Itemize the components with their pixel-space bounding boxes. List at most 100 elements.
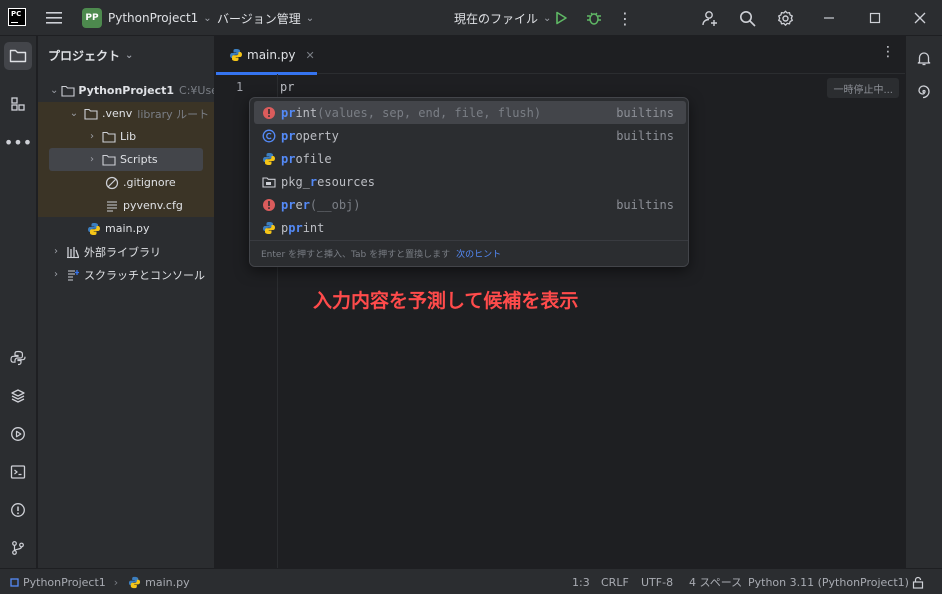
git-branch-icon[interactable] [4,534,32,562]
project-selector[interactable]: PP PythonProject1 ⌄ [82,0,212,36]
gear-icon[interactable] [771,0,799,36]
python-console-icon[interactable] [4,344,32,372]
hamburger-icon[interactable] [40,0,68,36]
tree-item-label: pyvenv.cfg [123,199,183,212]
tree-item-path: C:¥Users¥ [179,84,214,97]
collapse-arrow-icon[interactable]: › [86,154,98,165]
completion-item[interactable]: pr operty builtins [254,124,686,147]
layers-icon[interactable] [4,382,32,410]
tree-item-lib[interactable]: › Lib [38,125,214,148]
collapse-arrow-icon[interactable]: › [50,246,62,257]
vcs-menu[interactable]: バージョン管理 ⌄ [217,0,314,36]
expand-arrow-icon[interactable]: ⌄ [68,108,80,119]
tree-item-label: Lib [120,130,137,143]
tree-item-scratches[interactable]: › スクラッチとコンソール [38,263,214,286]
tree-item-project-root[interactable]: ⌄ PythonProject1 C:¥Users¥ [38,79,214,102]
tree-item-label: .gitignore [123,176,176,189]
debug-icon[interactable] [580,0,608,36]
title-bar: PC PP PythonProject1 ⌄ バージョン管理 ⌄ 現在のファイル… [0,0,942,36]
completion-popup: pr int (values, sep, end, file, flush) bui… [249,97,689,267]
maximize-icon[interactable] [861,0,889,36]
python-module-icon [261,220,277,236]
notifications-bell-icon[interactable] [910,44,938,72]
structure-icon[interactable] [4,90,32,118]
line-ending[interactable]: CRLF [601,569,629,594]
tab-label: main.py [247,48,296,62]
line-number: 1 [236,80,244,94]
indent-setting[interactable]: 4 スペース [689,569,742,594]
ai-assistant-spiral-icon[interactable] [910,78,938,106]
folder-icon [61,83,75,99]
completion-item[interactable]: pr int (values, sep, end, file, flush) bui… [254,101,686,124]
terminal-icon[interactable] [4,458,32,486]
completion-footer-text: Enter を押すと挿入、Tab を押すと置換します [261,250,451,260]
python-interpreter[interactable]: Python 3.11 (PythonProject1) [748,569,909,594]
completion-match: pr [281,197,296,212]
collapse-arrow-icon[interactable]: › [50,269,62,280]
next-tip-link[interactable]: 次のヒント [456,247,501,260]
breadcrumb-file[interactable]: main.py [145,576,189,589]
search-icon[interactable] [733,0,761,36]
left-tool-strip: ••• [0,36,37,568]
tab-main-py[interactable]: main.py ✕ [216,36,317,75]
tree-item-label: .venv [102,107,133,120]
more-vertical-icon[interactable]: ⋮ [881,44,895,60]
text-file-icon [104,198,120,214]
collapse-arrow-icon[interactable]: › [86,131,98,142]
caret-position[interactable]: 1:3 [572,569,590,594]
folder-icon [83,106,99,122]
tree-item-label: Scripts [120,153,158,166]
ignore-file-icon [104,175,120,191]
library-icon [65,244,81,260]
folder-icon [101,129,117,145]
more-vertical-icon[interactable]: ⋮ [611,0,639,36]
close-tab-icon[interactable]: ✕ [306,49,315,62]
completion-pre: p [281,220,289,235]
project-folder-icon[interactable] [4,42,32,70]
file-encoding[interactable]: UTF-8 [641,569,673,594]
tree-item-venv[interactable]: ⌄ .venv library ルート [38,102,214,125]
paused-indicator[interactable]: 一時停止中... [827,78,899,98]
completion-match: pr [281,151,296,166]
completion-match: pr [281,128,296,143]
completion-rest: esources [317,174,375,189]
annotation-caption: 入力内容を予測して候補を表示 [313,290,579,312]
minimize-icon[interactable] [815,0,843,36]
tree-item-label: PythonProject1 [78,84,175,97]
tree-item-label: 外部ライブラリ [84,245,161,259]
more-horizontal-icon[interactable]: ••• [4,128,32,156]
run-config-selector[interactable]: 現在のファイル ⌄ [454,0,551,36]
completion-match: r [302,197,310,212]
add-user-icon[interactable] [696,0,724,36]
right-tool-strip [905,36,942,568]
breadcrumb: PythonProject1 › main.py [10,569,190,594]
expand-arrow-icon[interactable]: ⌄ [50,85,58,96]
completion-params: (values, sep, end, file, flush) [317,105,542,120]
status-bar: PythonProject1 › main.py 1:3 CRLF UTF-8 … [0,568,942,594]
completion-pre: pkg_ [281,174,310,189]
project-panel-header[interactable]: プロジェクト ⌄ [38,36,214,74]
breadcrumb-separator-icon: › [113,575,119,589]
breadcrumb-project[interactable]: PythonProject1 [23,576,106,589]
tree-item-main-py[interactable]: main.py [38,217,214,240]
lock-icon[interactable] [912,569,924,594]
run-icon[interactable] [547,0,575,36]
tree-item-pyvenv-cfg[interactable]: pyvenv.cfg [38,194,214,217]
completion-item[interactable]: pr ofile [254,147,686,170]
project-badge: PP [82,8,102,28]
close-icon[interactable] [906,0,934,36]
completion-item[interactable]: pkg_ r esources [254,170,686,193]
module-square-icon [10,577,19,587]
problems-icon[interactable] [4,496,32,524]
code-line[interactable]: pr [280,80,294,94]
vcs-label: バージョン管理 [217,11,301,26]
services-icon[interactable] [4,420,32,448]
tree-item-gitignore[interactable]: .gitignore [38,171,214,194]
chevron-down-icon: ⌄ [203,12,212,24]
error-function-icon [261,105,277,121]
completion-item[interactable]: pr e r (__obj) builtins [254,193,686,216]
completion-item[interactable]: p pr int [254,216,686,239]
tree-item-scripts[interactable]: › Scripts [49,148,203,171]
completion-rest: e [295,197,303,212]
tree-item-external-libraries[interactable]: › 外部ライブラリ [38,240,214,263]
